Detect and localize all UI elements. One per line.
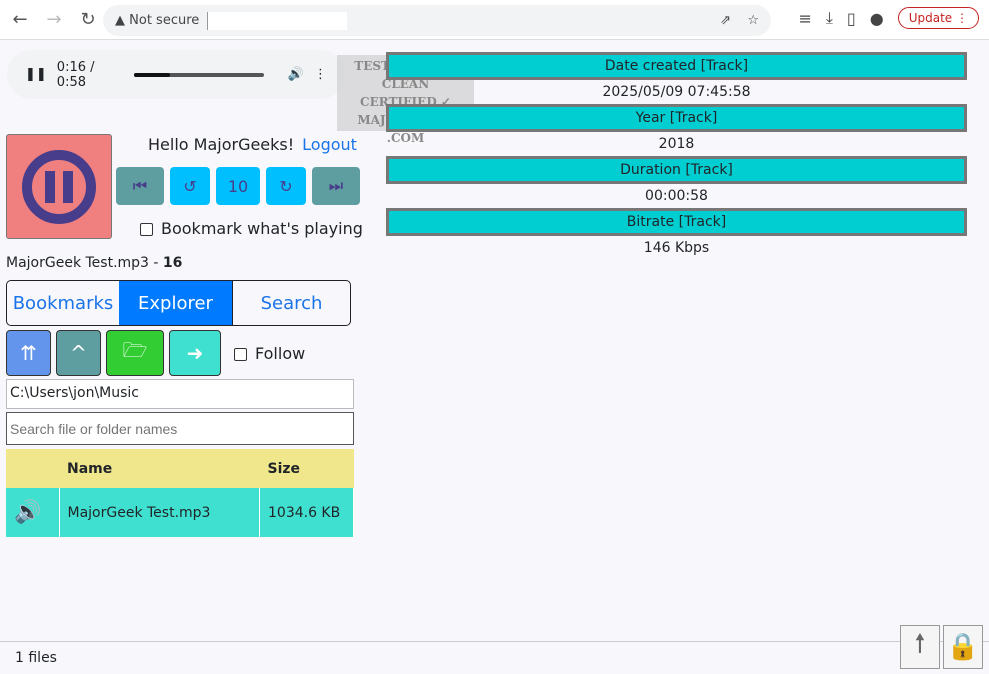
bookmark-checkbox[interactable]: [140, 223, 153, 236]
follow-label: Follow: [255, 343, 306, 363]
audio-player[interactable]: ❚❚ 0:16 / 0:58 🔊 ⋮: [7, 50, 345, 99]
track-info: Date created [Track] 2025/05/09 07:45:58 …: [386, 52, 967, 260]
tab-bookmarks[interactable]: Bookmarks: [7, 281, 119, 325]
forward-icon[interactable]: →: [40, 9, 68, 30]
file-size: 1034.6 KB: [259, 488, 354, 537]
info-label: Year [Track]: [386, 104, 967, 132]
previous-button[interactable]: ⏮: [116, 167, 164, 205]
info-value: 146 Kbps: [643, 240, 710, 256]
forward-button[interactable]: ↻: [266, 167, 306, 205]
search-input[interactable]: [6, 412, 354, 445]
pause-icon[interactable]: ❚❚: [25, 67, 47, 82]
info-label: Duration [Track]: [386, 156, 967, 184]
file-table: Name Size 🔊 MajorGeek Test.mp3 1034.6 KB: [6, 449, 354, 537]
browser-toolbar: ← → ↻ ▲ Not secure ⇗ ☆ ≡ ⤓ ▯ ● Update ⋮: [0, 0, 989, 40]
profile-icon[interactable]: ●: [870, 9, 884, 28]
tab-explorer[interactable]: Explorer: [119, 281, 232, 325]
url-field[interactable]: [207, 11, 348, 30]
file-name[interactable]: MajorGeek Test.mp3: [59, 488, 260, 537]
root-button[interactable]: ⇈: [6, 330, 51, 376]
seek-slider[interactable]: [134, 72, 264, 77]
info-value: 2025/05/09 07:45:58: [602, 84, 751, 100]
scroll-top-button[interactable]: 🠕: [900, 625, 940, 669]
rewind-button[interactable]: ↺: [170, 167, 210, 205]
next-button[interactable]: ⏭: [312, 167, 360, 205]
status-bar: 1 files: [0, 641, 989, 674]
pause-circle-icon: [22, 149, 96, 224]
lock-button[interactable]: 🔒: [943, 625, 983, 669]
security-label: Not secure: [129, 13, 200, 28]
tab-search[interactable]: Search: [232, 281, 350, 325]
more-icon[interactable]: ⋮: [314, 67, 327, 82]
info-label: Date created [Track]: [386, 52, 967, 80]
up-button[interactable]: ^: [56, 330, 101, 376]
path-input[interactable]: C:\Users\jon\Music: [6, 379, 354, 409]
player-time: 0:16 / 0:58: [56, 59, 95, 90]
download-icon[interactable]: ⤓: [826, 8, 833, 28]
speaker-icon: 🔊: [6, 488, 60, 537]
bookmark-label: Bookmark what's playing: [161, 219, 363, 238]
go-button[interactable]: ➜: [169, 330, 221, 376]
table-row[interactable]: 🔊 MajorGeek Test.mp3 1034.6 KB: [6, 488, 354, 537]
media-icon[interactable]: ≡: [798, 9, 811, 28]
info-value: 2018: [658, 136, 695, 152]
sidepanel-icon[interactable]: ▯: [847, 9, 856, 28]
update-button[interactable]: Update ⋮: [897, 7, 979, 29]
open-folder-button[interactable]: 🗁: [106, 330, 164, 376]
logout-link[interactable]: Logout: [302, 135, 357, 154]
skip-seconds[interactable]: 10: [216, 167, 260, 205]
col-name[interactable]: Name: [59, 449, 260, 488]
star-icon[interactable]: ☆: [747, 13, 759, 28]
col-size[interactable]: Size: [259, 449, 354, 488]
volume-icon[interactable]: 🔊: [288, 67, 304, 82]
info-label: Bitrate [Track]: [386, 208, 967, 236]
play-pause-button[interactable]: [6, 134, 112, 239]
col-icon: [6, 449, 59, 488]
follow-checkbox[interactable]: [234, 347, 247, 361]
back-icon[interactable]: ←: [6, 9, 34, 30]
greeting: Hello MajorGeeks!: [148, 135, 295, 154]
share-icon[interactable]: ⇗: [720, 13, 731, 28]
reload-icon[interactable]: ↻: [74, 9, 102, 30]
info-value: 00:00:58: [645, 188, 708, 204]
now-playing: MajorGeek Test.mp3 - 16: [6, 255, 183, 271]
address-bar[interactable]: ▲ Not secure ⇗ ☆: [103, 5, 771, 36]
warning-icon: ▲: [115, 13, 130, 28]
